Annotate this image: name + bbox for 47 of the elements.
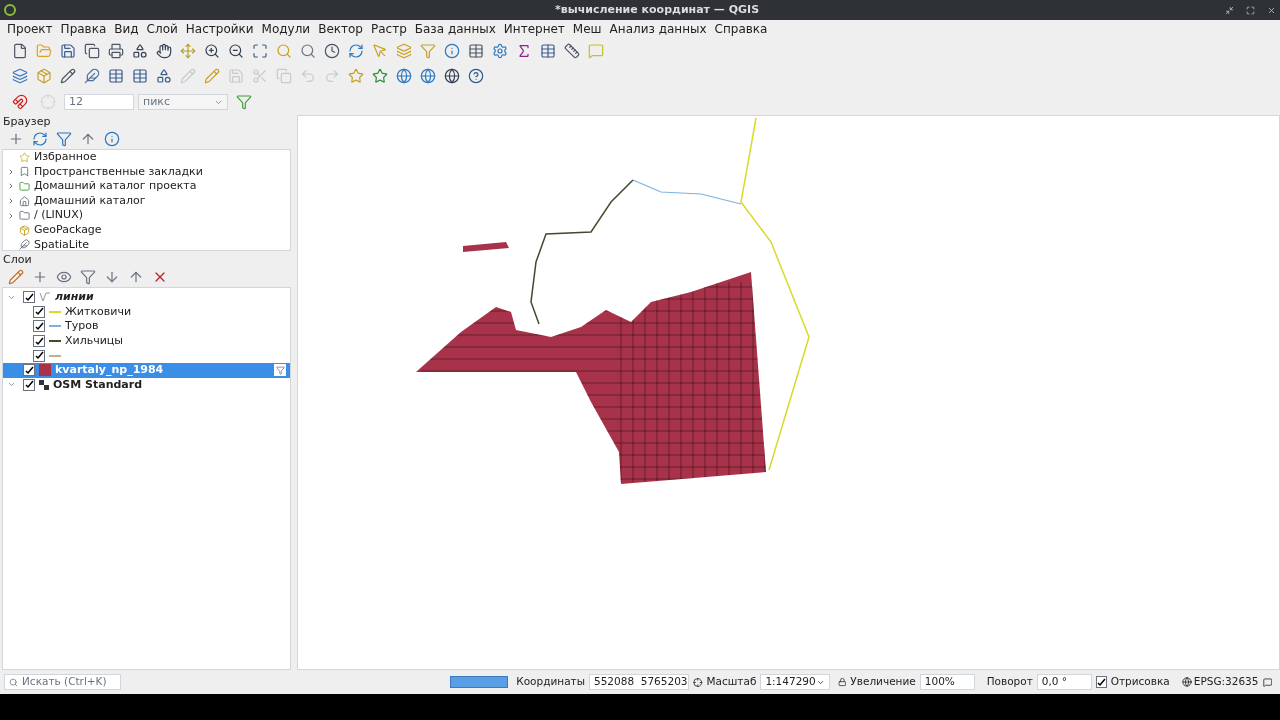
menu-item[interactable]: База данных — [410, 20, 500, 38]
browser-item[interactable]: Домашний каталог проекта — [3, 179, 290, 194]
rotation-label: Поворот — [986, 674, 1033, 690]
coordinates-field[interactable]: 552088 5765203 — [589, 674, 689, 690]
rotation-field[interactable]: 0,0 ° — [1036, 674, 1092, 690]
window-title: *вычисление координат — QGIS — [555, 1, 760, 18]
layer-name: OSM Standard — [53, 376, 143, 393]
browser-item[interactable]: Домашний каталог — [3, 193, 290, 209]
browser-item[interactable]: / (LINUX) — [3, 208, 290, 223]
magnifier-field[interactable]: 100% — [919, 674, 975, 690]
layer-name: линии — [55, 289, 94, 306]
browser-item[interactable]: Избранное — [3, 150, 290, 165]
menu-item[interactable]: Слой — [142, 20, 182, 38]
search-field[interactable]: Искать (Ctrl+K) — [4, 674, 122, 690]
menu-item[interactable]: Настройки — [181, 20, 258, 38]
scale-dropdown[interactable]: 1:147290 — [760, 674, 830, 690]
layer-name: Хильчицы — [65, 332, 124, 349]
layer-row[interactable]: Хильчицы — [3, 333, 290, 349]
scale-label: Масштаб — [706, 674, 757, 690]
tolerance-field[interactable]: 12 — [64, 94, 134, 110]
layer-name: kvartaly_np_1984 — [55, 362, 164, 378]
layer-row[interactable]: Житковичи — [3, 304, 290, 320]
render-label: Отрисовка — [1110, 674, 1170, 690]
menu-item[interactable]: Справка — [710, 20, 772, 38]
panel-title: Браузер — [3, 113, 51, 130]
unit-dropdown[interactable]: пикс — [138, 94, 228, 110]
layer-row[interactable]: линии — [3, 290, 290, 305]
crs-button[interactable]: EPSG:32635 — [1181, 674, 1259, 690]
coordinates-label: Координаты — [516, 674, 585, 690]
menu-item[interactable]: Меш — [568, 20, 606, 38]
panel-title: Слои — [3, 251, 32, 268]
menu-item[interactable]: Проект — [3, 20, 57, 38]
menu-item[interactable]: Анализ данных — [605, 20, 711, 38]
menu-item[interactable]: Растр — [366, 20, 411, 38]
menu-item[interactable]: Вектор — [314, 20, 367, 38]
layer-name: Туров — [65, 318, 99, 335]
layer-name: Житковичи — [65, 303, 132, 320]
browser-item[interactable]: SpatiaLite — [3, 237, 290, 250]
menu-item[interactable]: Правка — [56, 20, 111, 38]
menu-item[interactable]: Модули — [257, 20, 315, 38]
browser-item[interactable]: GeoPackage — [3, 222, 290, 238]
menu-item[interactable]: Интернет — [499, 20, 569, 38]
layer-row[interactable]: Туров — [3, 319, 290, 334]
menu-item[interactable]: Вид — [110, 20, 143, 38]
magnifier-label: Увеличение — [850, 674, 916, 690]
browser-item[interactable]: Пространственные закладки — [3, 164, 290, 180]
layer-row[interactable]: OSM Standard — [3, 377, 290, 393]
